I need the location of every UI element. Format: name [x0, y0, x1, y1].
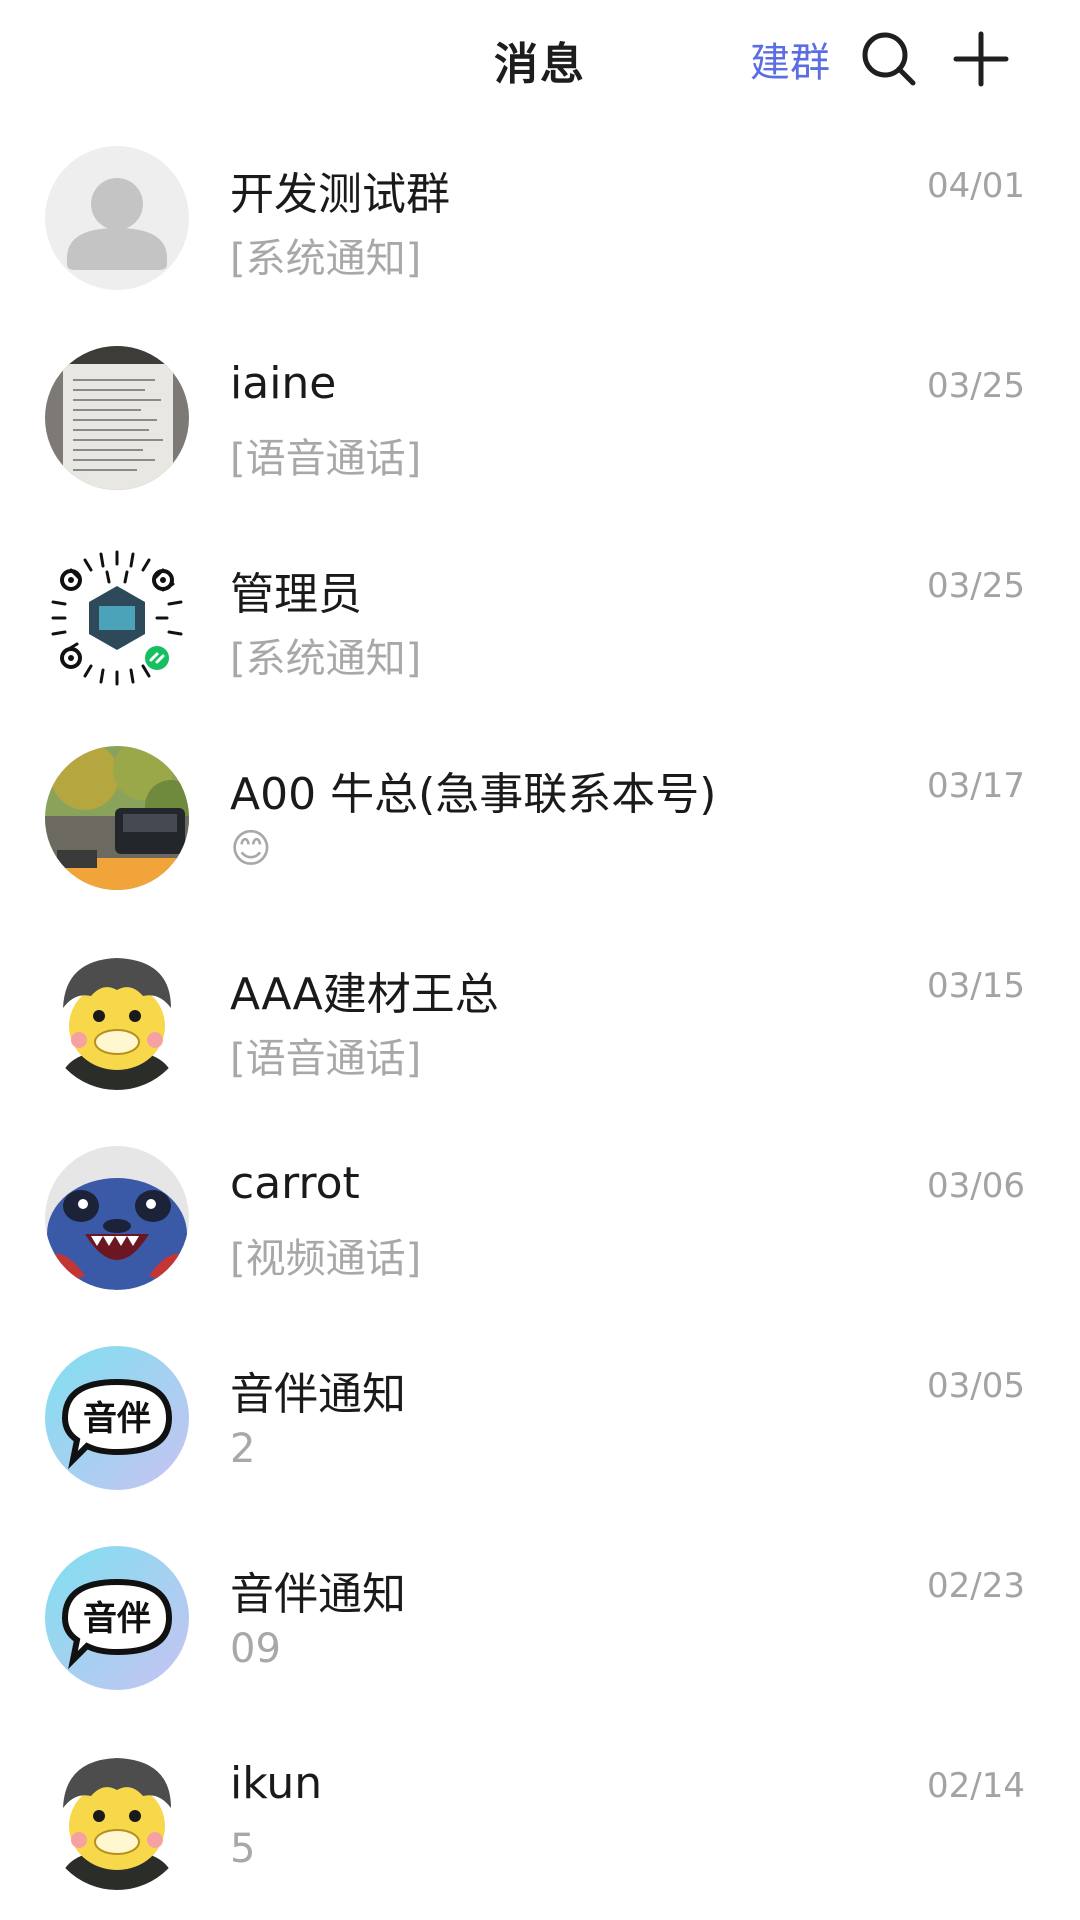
qr-code-avatar: [45, 546, 189, 690]
conversation-date: 02/14: [927, 1766, 1025, 1806]
conversation-name: A00 牛总(急事联系本号): [230, 769, 717, 820]
conversation-preview: 5: [230, 1826, 256, 1872]
document-photo-avatar: [45, 346, 189, 490]
conversation-item[interactable]: AAA建材王总 [语音通话] 03/15: [0, 918, 1080, 1118]
conversation-name: ikun: [230, 1758, 323, 1809]
conversation-item[interactable]: A00 牛总(急事联系本号) 😊 03/17: [0, 718, 1080, 918]
yinban-logo-avatar: 音伴: [45, 1346, 189, 1490]
duck-cartoon-avatar: [45, 1746, 189, 1890]
conversation-date: 03/06: [927, 1166, 1025, 1206]
create-group-button[interactable]: 建群: [750, 30, 830, 88]
conversation-preview: 2: [230, 1426, 256, 1472]
yinban-logo-text: 音伴: [83, 1599, 151, 1639]
conversation-preview: 09: [230, 1626, 281, 1672]
yinban-logo-avatar: 音伴: [45, 1546, 189, 1690]
top-bar: 消息 建群: [0, 0, 1080, 118]
conversation-date: 03/25: [927, 566, 1025, 606]
conversation-date: 03/25: [927, 366, 1025, 406]
conversation-preview: [语音通话]: [230, 436, 422, 482]
conversation-item[interactable]: carrot [视频通话] 03/06: [0, 1118, 1080, 1318]
conversation-preview: [系统通知]: [230, 236, 422, 282]
conversation-preview: 😊: [230, 826, 272, 872]
conversation-date: 03/15: [927, 966, 1025, 1006]
conversation-item[interactable]: ikun 5 02/14: [0, 1718, 1080, 1918]
conversation-name: 开发测试群: [230, 169, 450, 220]
search-icon[interactable]: [858, 28, 920, 90]
conversation-preview: [系统通知]: [230, 636, 422, 682]
conversation-item[interactable]: 音伴 音伴通知 2 03/05: [0, 1318, 1080, 1518]
plus-icon[interactable]: [950, 28, 1012, 90]
yinban-logo-text: 音伴: [83, 1399, 151, 1439]
conversation-date: 03/17: [927, 766, 1025, 806]
conversation-name: 音伴通知: [230, 1369, 406, 1420]
conversation-name: AAA建材王总: [230, 969, 499, 1020]
default-person-avatar: [45, 146, 189, 290]
duck-cartoon-avatar: [45, 946, 189, 1090]
street-photo-avatar: [45, 746, 189, 890]
conversation-item[interactable]: iaine [语音通话] 03/25: [0, 318, 1080, 518]
conversation-item[interactable]: 音伴 音伴通知 09 02/23: [0, 1518, 1080, 1718]
conversation-name: carrot: [230, 1158, 360, 1209]
conversation-date: 03/05: [927, 1366, 1025, 1406]
stitch-cartoon-avatar: [45, 1146, 189, 1290]
conversation-name: iaine: [230, 358, 337, 409]
conversation-date: 02/23: [927, 1566, 1025, 1606]
conversation-preview: [语音通话]: [230, 1036, 422, 1082]
conversation-date: 04/01: [927, 166, 1025, 206]
conversation-name: 音伴通知: [230, 1569, 406, 1620]
conversation-item[interactable]: 管理员 [系统通知] 03/25: [0, 518, 1080, 718]
conversation-preview: [视频通话]: [230, 1236, 422, 1282]
conversation-item[interactable]: 开发测试群 [系统通知] 04/01: [0, 118, 1080, 318]
conversation-name: 管理员: [230, 569, 362, 620]
